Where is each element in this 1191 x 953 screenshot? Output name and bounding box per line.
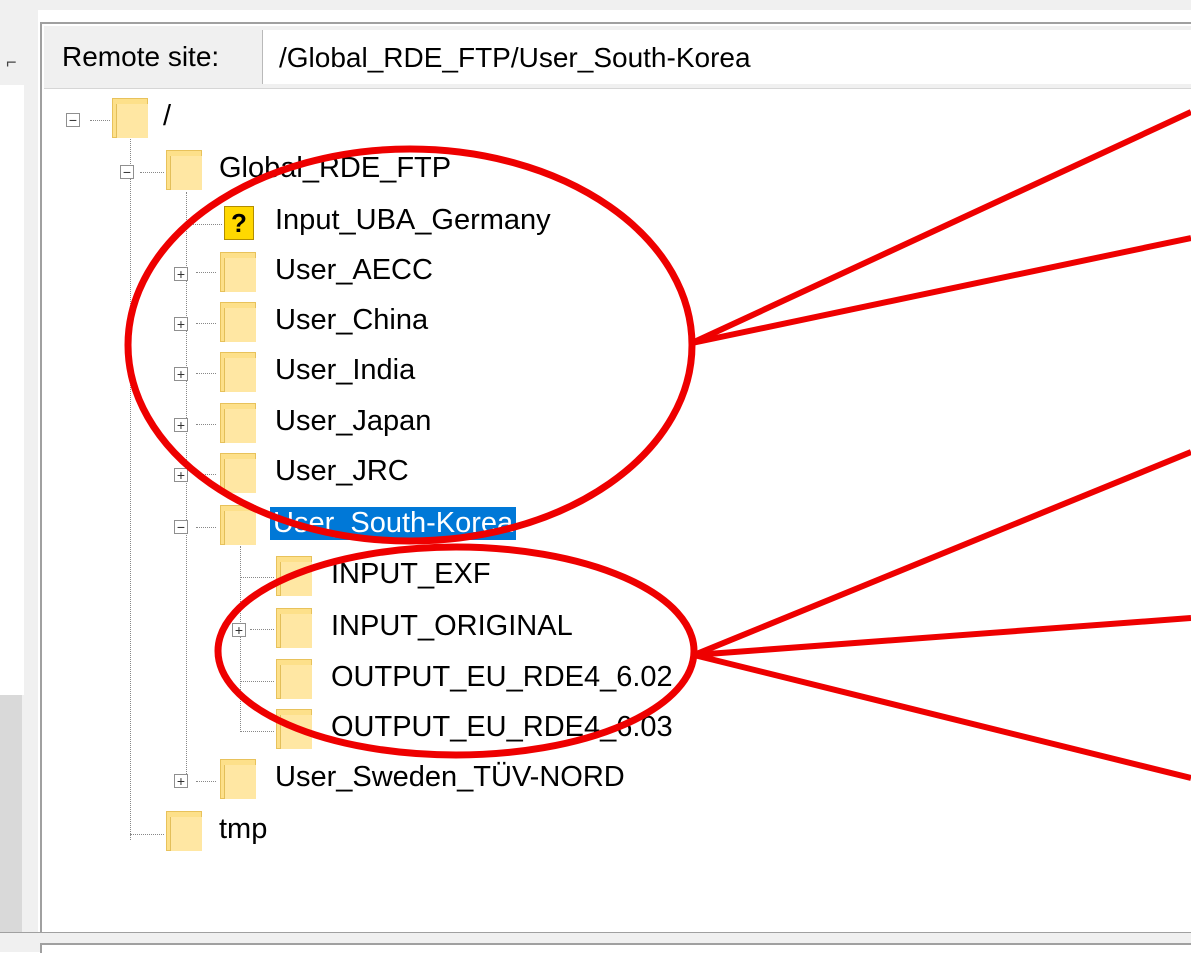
tree-line [130, 834, 164, 835]
tree-node-label: Global_RDE_FTP [219, 152, 452, 184]
tree-node-label: User_JRC [275, 455, 409, 487]
left-pane-scrollbar[interactable] [0, 695, 22, 951]
folder-icon [166, 150, 202, 190]
remote-site-path-input[interactable]: /Global_RDE_FTP/User_South-Korea [262, 30, 1191, 84]
tree-line [196, 527, 216, 528]
folder-icon [220, 403, 256, 443]
tree-node-label: OUTPUT_EU_RDE4_6.02 [331, 661, 673, 693]
tree-node-label: User_China [275, 304, 429, 336]
expand-icon[interactable]: + [232, 623, 246, 637]
tree-line [196, 272, 216, 273]
tree-node-label: User_Sweden_TÜV-NORD [275, 761, 625, 793]
tree-line [240, 681, 274, 682]
folder-icon [220, 352, 256, 392]
folder-icon [276, 556, 312, 596]
tree-node-label: User_AECC [275, 254, 433, 286]
tree-line [140, 172, 164, 173]
expand-icon[interactable]: + [174, 367, 188, 381]
left-pane-content [0, 85, 24, 695]
tree-line [240, 731, 274, 732]
remote-site-bar: Remote site: /Global_RDE_FTP/User_South-… [44, 26, 1191, 89]
folder-icon [166, 811, 202, 851]
bottom-pane [40, 943, 1191, 953]
tree-line [240, 577, 274, 578]
tree-line [240, 546, 241, 732]
expand-icon[interactable]: + [174, 267, 188, 281]
remote-site-path: /Global_RDE_FTP/User_South-Korea [279, 42, 751, 73]
tree-line [196, 373, 216, 374]
folder-icon [220, 759, 256, 799]
collapse-icon[interactable]: − [120, 165, 134, 179]
tree-node-label-selected: User_South-Korea [270, 507, 517, 540]
tree-node-label: Input_UBA_Germany [275, 204, 551, 236]
tree-node-label: User_India [275, 354, 416, 386]
folder-icon [220, 505, 256, 545]
folder-icon [276, 608, 312, 648]
tree-line [186, 224, 222, 225]
tree-node-label: / [163, 100, 172, 132]
tree-line [130, 135, 131, 840]
tree-line [186, 192, 187, 786]
folder-icon [220, 252, 256, 292]
remote-site-label: Remote site: [62, 41, 220, 72]
collapse-icon[interactable]: − [174, 520, 188, 534]
remote-tree-pane [40, 22, 1191, 934]
tree-line [196, 323, 216, 324]
unknown-folder-icon: ? [224, 206, 254, 240]
expand-icon[interactable]: + [174, 774, 188, 788]
expand-icon[interactable]: + [174, 418, 188, 432]
tree-node-label: INPUT_EXF [331, 558, 491, 590]
tree-line [196, 474, 216, 475]
collapse-arrow-icon: ⌐ [6, 52, 17, 72]
expand-icon[interactable]: + [174, 468, 188, 482]
tree-node-label: OUTPUT_EU_RDE4_6.03 [331, 711, 673, 743]
folder-icon [276, 659, 312, 699]
tree-line [196, 781, 216, 782]
top-band [0, 0, 1191, 10]
tree-node-label: User_Japan [275, 405, 432, 437]
tree-node-label: tmp [219, 813, 268, 845]
tree-line [90, 120, 110, 121]
collapse-icon[interactable]: − [66, 113, 80, 127]
tree-line [196, 424, 216, 425]
folder-icon [112, 98, 148, 138]
tree-line [250, 629, 274, 630]
folder-icon [276, 709, 312, 749]
folder-icon [220, 453, 256, 493]
folder-icon [220, 302, 256, 342]
expand-icon[interactable]: + [174, 317, 188, 331]
tree-node-label: INPUT_ORIGINAL [331, 610, 573, 642]
